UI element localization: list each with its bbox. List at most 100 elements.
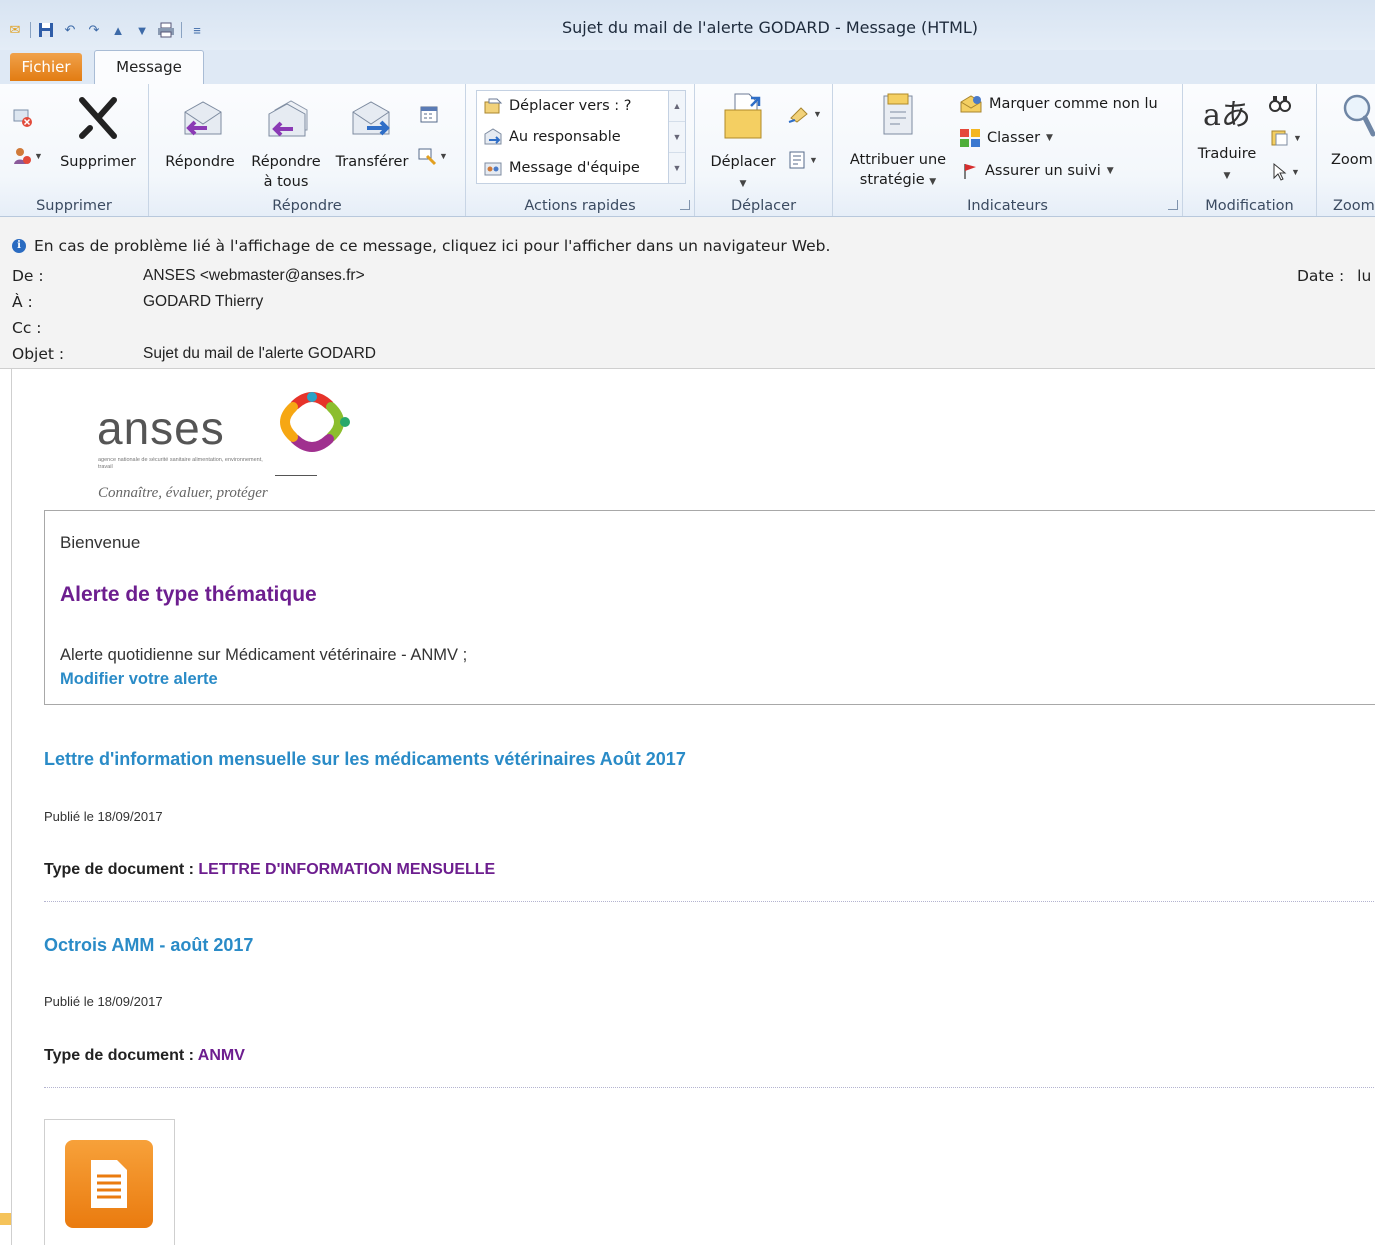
group-label-deplacer: Déplacer (730, 198, 797, 214)
article-title-link[interactable]: Lettre d'information mensuelle sur les m… (44, 749, 686, 770)
tab-message[interactable]: Message (94, 50, 204, 84)
delete-button[interactable]: Supprimer (56, 96, 140, 172)
translate-button[interactable]: aあ Traduire ▼ (1189, 94, 1265, 186)
to-manager-icon (484, 128, 502, 145)
group-repondre: Répondre Répondre à tous Transférer ▼ Ré… (149, 84, 466, 216)
group-deplacer: Déplacer ▼ ▼ ▼ Déplacer (695, 84, 833, 216)
message-body: anses agence nationale de sécurité sanit… (11, 369, 1375, 1245)
separator (181, 22, 182, 38)
assign-policy-label-1: Attribuer une (849, 152, 947, 168)
team-email-icon (484, 162, 502, 176)
article-date: Publié le 18/09/2017 (44, 809, 163, 824)
group-label-actions-rapides: Actions rapides (524, 198, 636, 214)
onenote-actions-icon[interactable]: ▼ (787, 150, 818, 170)
article-doc-type: Type de document : LETTRE D'INFORMATION … (44, 861, 495, 879)
mark-unread-icon (960, 95, 982, 113)
select-cursor-icon[interactable]: ▼ (1271, 162, 1300, 182)
welcome-box: Bienvenue Alerte de type thématique Aler… (44, 510, 1375, 705)
junk-icon[interactable]: ▼ (12, 146, 43, 166)
separator (30, 22, 31, 38)
welcome-text: Bienvenue (60, 533, 141, 552)
logo-subtitle: agence nationale de sécurité sanitaire a… (98, 457, 263, 470)
ribbon: ▼ Supprimer Supprimer Répondre Répondre … (0, 84, 1375, 217)
mail-icon: ✉ (9, 22, 21, 37)
from-label: De : (12, 267, 44, 285)
categorize-icon (960, 129, 980, 147)
window-title: Sujet du mail de l'alerte GODARD - Messa… (561, 18, 979, 37)
alert-description: Alerte quotidienne sur Médicament vétéri… (60, 646, 468, 664)
logo-wordmark: anses (97, 402, 225, 454)
categorize-button[interactable]: Classer ▼ (959, 128, 1053, 148)
to-value[interactable]: GODARD Thierry (143, 293, 263, 311)
group-zoom: Zoom Zoom (1317, 84, 1375, 216)
assign-policy-label-2: stratégie (859, 172, 925, 188)
modify-alert-link[interactable]: Modifier votre alerte (60, 670, 218, 689)
document-icon (65, 1140, 153, 1228)
header-date: Date : lu (1297, 267, 1371, 285)
follow-up-flag-icon (964, 164, 976, 179)
mark-unread-button[interactable]: Marquer comme non lu (959, 94, 1158, 114)
tab-file[interactable]: Fichier (10, 53, 82, 81)
follow-up-button[interactable]: Assurer un suivi ▼ (961, 162, 1114, 180)
delete-label: Supprimer (60, 154, 136, 170)
reply-all-button[interactable]: Répondre à tous (243, 98, 329, 192)
quick-steps-scrollbar[interactable]: ▲ ▼ ▼ (668, 91, 685, 183)
reply-icon (157, 98, 243, 146)
article-doc-type: Type de document : ANMV (44, 1047, 245, 1065)
delete-x-icon (56, 96, 140, 146)
document-thumbnail[interactable] (44, 1119, 175, 1245)
info-bar-text[interactable]: En cas de problème lié à l'affichage de … (34, 237, 830, 255)
find-icon[interactable] (1269, 94, 1291, 117)
logo-flower-icon (280, 392, 350, 452)
scroll-up-icon[interactable]: ▲ (669, 91, 685, 122)
ignore-icon[interactable] (12, 108, 34, 131)
zoom-label: Zoom (1331, 152, 1373, 168)
anses-logo: anses agence nationale de sécurité sanit… (97, 391, 357, 501)
article-separator (44, 1087, 1375, 1088)
move-button[interactable]: Déplacer ▼ (703, 92, 783, 194)
quick-steps-gallery: Déplacer vers : ? Au responsable Message… (476, 90, 686, 184)
info-bar[interactable]: i En cas de problème lié à l'affichage d… (0, 217, 1375, 265)
quick-step-to-manager[interactable]: Au responsable (483, 128, 621, 146)
info-icon: i (12, 239, 26, 253)
date-value: lu (1357, 267, 1372, 285)
meeting-icon[interactable] (419, 104, 439, 127)
more-respond-icon[interactable]: ▼ (417, 146, 448, 166)
subject-label: Objet : (12, 345, 65, 363)
expand-gallery-icon[interactable]: ▼ (669, 153, 685, 183)
assign-policy-button[interactable]: Attribuer une stratégie ▼ (839, 92, 957, 192)
doc-type-value: ANMV (197, 1047, 245, 1064)
quick-step-move-to[interactable]: Déplacer vers : ? (483, 97, 632, 115)
article-title-link[interactable]: Octrois AMM - août 2017 (44, 935, 253, 956)
alert-title: Alerte de type thématique (60, 583, 317, 606)
quick-access-toolbar: ✉ ↶ ↷ ▲ ▼ ≡ (6, 18, 206, 42)
from-value[interactable]: ANSES <webmaster@anses.fr> (143, 267, 365, 285)
scroll-down-icon[interactable]: ▼ (669, 122, 685, 153)
doc-type-label: Type de document : (44, 1047, 194, 1064)
group-label-modification: Modification (1205, 198, 1294, 214)
rules-icon[interactable]: ▼ (787, 104, 822, 124)
date-label: Date : (1297, 267, 1345, 285)
next-item-icon[interactable]: ▼ (133, 21, 151, 39)
print-icon[interactable] (157, 21, 175, 39)
to-label: À : (12, 293, 33, 311)
doc-type-label: Type de document : (44, 861, 194, 878)
save-icon[interactable] (37, 21, 55, 39)
zoom-button[interactable]: Zoom (1331, 92, 1375, 170)
customize-toolbar-icon[interactable]: ≡ (188, 21, 206, 39)
related-icon[interactable]: ▼ (1269, 128, 1302, 148)
cc-label: Cc : (12, 319, 42, 337)
reply-all-label-2: à tous (263, 174, 309, 190)
forward-button[interactable]: Transférer (329, 98, 415, 172)
group-label-supprimer: Supprimer (36, 198, 112, 214)
doc-type-value: LETTRE D'INFORMATION MENSUELLE (198, 861, 496, 878)
quick-step-team-email[interactable]: Message d'équipe (483, 159, 640, 177)
translate-icon: aあ (1203, 98, 1251, 133)
previous-item-icon[interactable]: ▲ (109, 21, 127, 39)
undo-icon[interactable]: ↶ (61, 21, 79, 39)
redo-icon[interactable]: ↷ (85, 21, 103, 39)
translate-label: Traduire (1197, 146, 1257, 162)
reply-label: Répondre (165, 154, 235, 170)
reply-button[interactable]: Répondre (157, 98, 243, 172)
decorative-mark (0, 1213, 11, 1225)
